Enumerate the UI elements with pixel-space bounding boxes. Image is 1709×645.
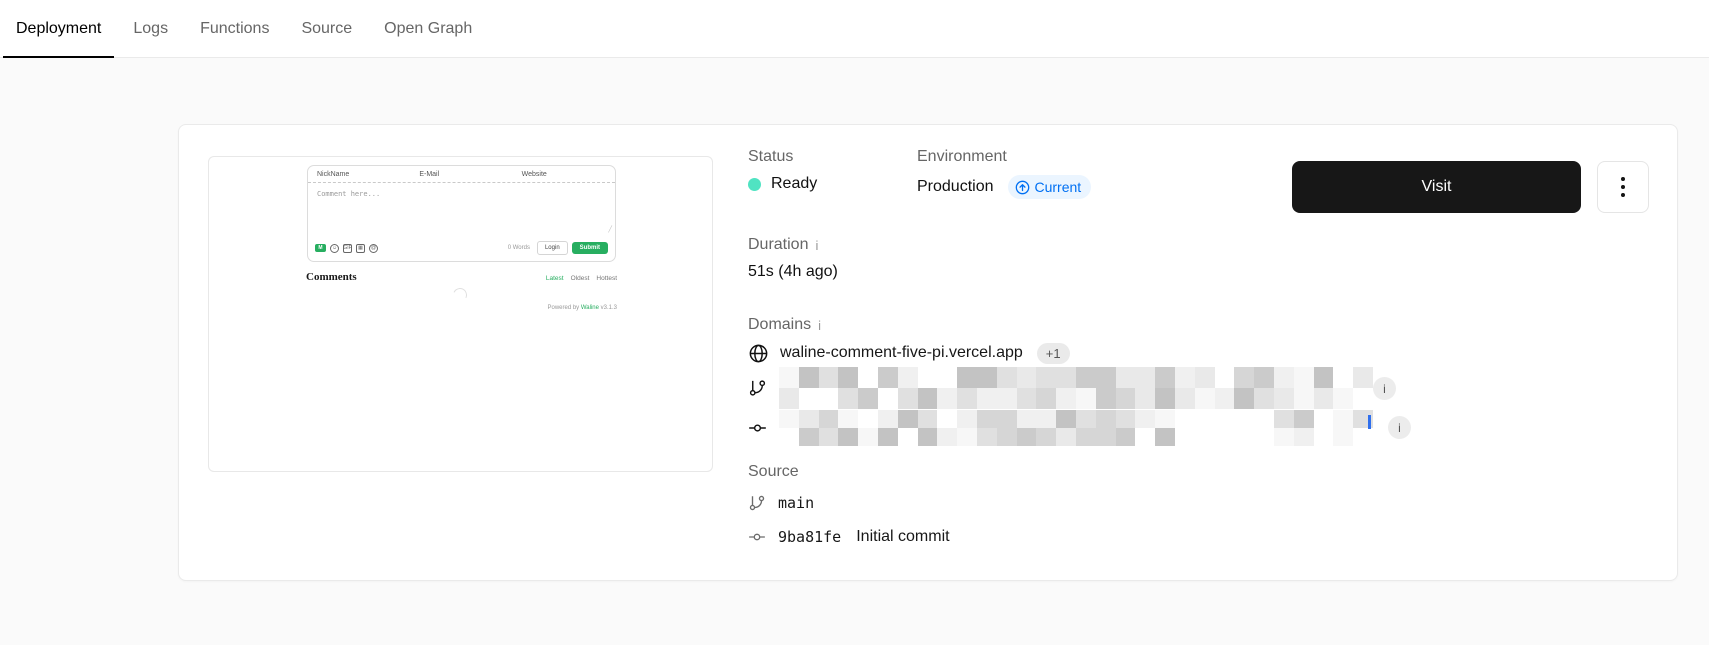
current-badge-label: Current — [1034, 179, 1082, 195]
tab-bar: Deployment Logs Functions Source Open Gr… — [0, 0, 1709, 58]
git-branch-icon — [749, 380, 766, 396]
git-commit-icon — [749, 533, 765, 541]
preview-comment-textarea: Comment here... ╱ — [308, 183, 615, 235]
environment-label: Environment — [917, 148, 1007, 165]
preview-comments-heading: Comments — [306, 271, 357, 283]
preview-nickname-field: NickName — [317, 170, 350, 178]
resize-handle-icon: ╱ — [608, 227, 612, 233]
deployment-card: NickName E-Mail Website Comment here... … — [178, 124, 1678, 581]
environment-value: Production — [917, 178, 994, 195]
status-value: Ready — [771, 175, 818, 192]
tab-deployment[interactable]: Deployment — [3, 0, 115, 58]
status-block: Status Ready — [748, 148, 917, 193]
preview-toolbar: M ☺ GIF ▦ @ 0 Words Login Submit — [308, 235, 615, 261]
source-commit-message: Initial commit — [856, 528, 950, 545]
preview-at-icon: @ — [369, 243, 378, 253]
source-commit-hash: 9ba81fe — [778, 528, 842, 546]
duration-block: Duration i 51s (4h ago) — [748, 236, 838, 281]
more-domains-badge[interactable]: +1 — [1036, 342, 1070, 364]
info-icon[interactable]: i — [1373, 377, 1396, 400]
preview-comment-box: NickName E-Mail Website Comment here... … — [307, 165, 616, 262]
info-icon[interactable]: i — [818, 318, 821, 333]
preview-website-field: Website — [521, 170, 547, 178]
duration-value: 51s (4h ago) — [748, 263, 838, 280]
link-fragment — [1368, 415, 1371, 429]
preview-comment-placeholder: Comment here... — [317, 190, 381, 198]
image-upload-icon: ▦ — [356, 243, 365, 253]
status-ready-dot — [748, 177, 761, 191]
source-label: Source — [748, 463, 799, 480]
pixelated-censor-block — [779, 367, 1373, 409]
preview-sort-latest: Latest — [545, 275, 564, 282]
domain-branch-row-censored: i — [748, 367, 1408, 409]
kebab-menu-button[interactable] — [1597, 161, 1649, 213]
source-commit-row[interactable]: 9ba81fe Initial commit — [748, 525, 950, 549]
current-badge: Current — [1007, 175, 1092, 199]
preview-email-field: E-Mail — [419, 170, 440, 178]
status-label: Status — [748, 148, 794, 165]
preview-submit-button: Submit — [571, 242, 608, 254]
source-block: Source main 9ba81fe Initial commit — [748, 463, 950, 549]
arrow-up-circle-icon — [1015, 180, 1029, 194]
source-branch-name: main — [778, 494, 815, 512]
environment-block: Environment Production Current — [917, 148, 1092, 199]
domains-block: Domains i waline-comment-five-pi.vercel.… — [748, 316, 1070, 366]
info-icon[interactable]: i — [1388, 416, 1411, 439]
tab-open-graph[interactable]: Open Graph — [371, 0, 485, 57]
preview-powered-by: Powered by Waline v3.1.3 — [547, 305, 617, 311]
tab-logs[interactable]: Logs — [120, 0, 181, 57]
globe-icon — [749, 344, 768, 362]
preview-sort-hottest: Hottest — [596, 275, 617, 282]
preview-field-labels: NickName E-Mail Website — [308, 166, 615, 183]
tab-source[interactable]: Source — [288, 0, 365, 57]
kebab-menu-icon — [1621, 177, 1625, 181]
preview-login-button: Login — [536, 241, 568, 255]
waline-brand-link: Waline — [580, 305, 599, 311]
preview-sort-oldest: Oldest — [570, 275, 590, 282]
pixelated-censor-block — [779, 410, 1373, 446]
visit-button[interactable]: Visit — [1292, 161, 1581, 213]
word-count: 0 Words — [507, 245, 530, 251]
loading-spinner-icon — [451, 286, 469, 304]
tab-functions[interactable]: Functions — [187, 0, 282, 57]
duration-label: Duration — [748, 236, 809, 253]
source-branch-row[interactable]: main — [748, 491, 950, 515]
info-icon[interactable]: i — [815, 238, 818, 253]
markdown-icon: M — [315, 244, 326, 252]
domains-label: Domains — [748, 316, 812, 333]
domain-commit-row-censored: i — [748, 410, 1423, 446]
gif-icon: GIF — [343, 243, 352, 253]
deployment-preview[interactable]: NickName E-Mail Website Comment here... … — [208, 156, 713, 472]
primary-domain-link[interactable]: waline-comment-five-pi.vercel.app — [780, 344, 1023, 362]
git-commit-icon — [749, 424, 766, 432]
preview-sort-links: Latest Oldest Hottest — [546, 275, 617, 282]
deployment-page: Deployment Logs Functions Source Open Gr… — [0, 0, 1709, 645]
git-branch-icon — [749, 495, 765, 511]
emoji-icon: ☺ — [330, 243, 339, 253]
